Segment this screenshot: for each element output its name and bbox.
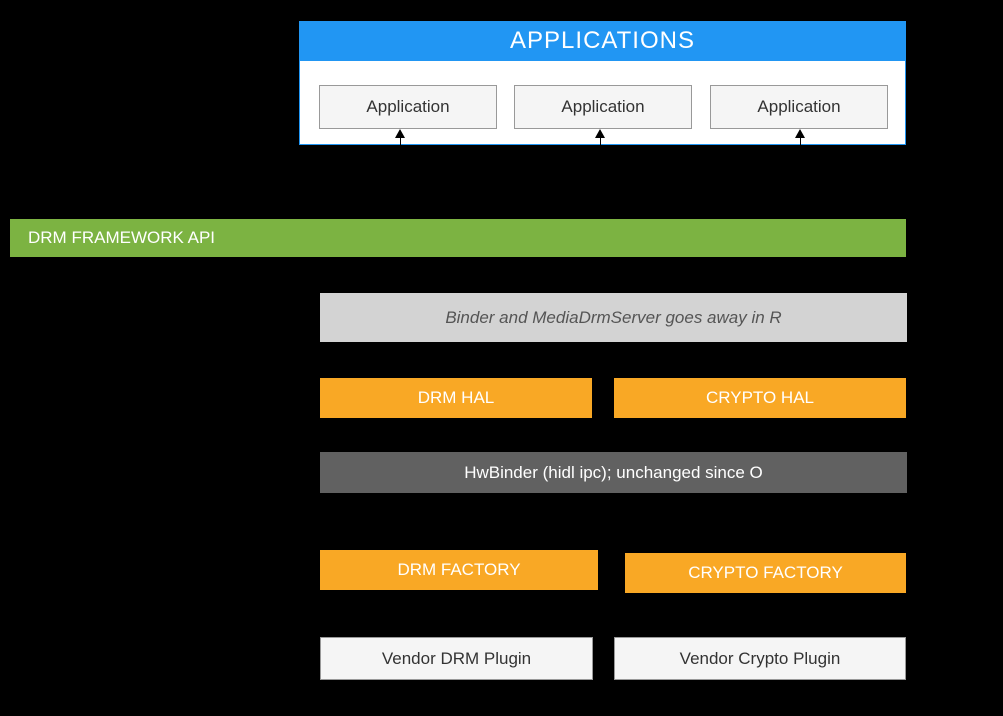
vendor-crypto-plugin-box: Vendor Crypto Plugin	[614, 637, 906, 680]
arrow-line	[456, 418, 457, 445]
arrow-line	[760, 418, 761, 445]
vendor-drm-plugin-box: Vendor DRM Plugin	[320, 637, 593, 680]
hwbinder-box: HwBinder (hidl ipc); unchanged since O	[320, 452, 907, 493]
crypto-factory-box: CRYPTO FACTORY	[625, 553, 906, 593]
application-box-1: Application	[319, 85, 497, 129]
arrow-line	[760, 493, 761, 543]
applications-header: APPLICATIONS	[299, 21, 906, 61]
drm-framework-api-bar: DRM FRAMEWORK API	[10, 219, 906, 257]
drm-hal-box: DRM HAL	[320, 378, 592, 418]
dashed-line	[760, 593, 761, 630]
arrow-down-icon	[755, 543, 765, 552]
binder-note-box: Binder and MediaDrmServer goes away in R	[320, 293, 907, 342]
application-box-3: Application	[710, 85, 888, 129]
arrow-line	[600, 136, 601, 214]
drm-factory-box: DRM FACTORY	[320, 550, 598, 590]
application-box-2: Application	[514, 85, 692, 129]
arrow-line	[400, 136, 401, 214]
arrow-line	[800, 136, 801, 214]
arrow-line	[456, 493, 457, 543]
dashed-line	[456, 590, 457, 630]
crypto-hal-box: CRYPTO HAL	[614, 378, 906, 418]
